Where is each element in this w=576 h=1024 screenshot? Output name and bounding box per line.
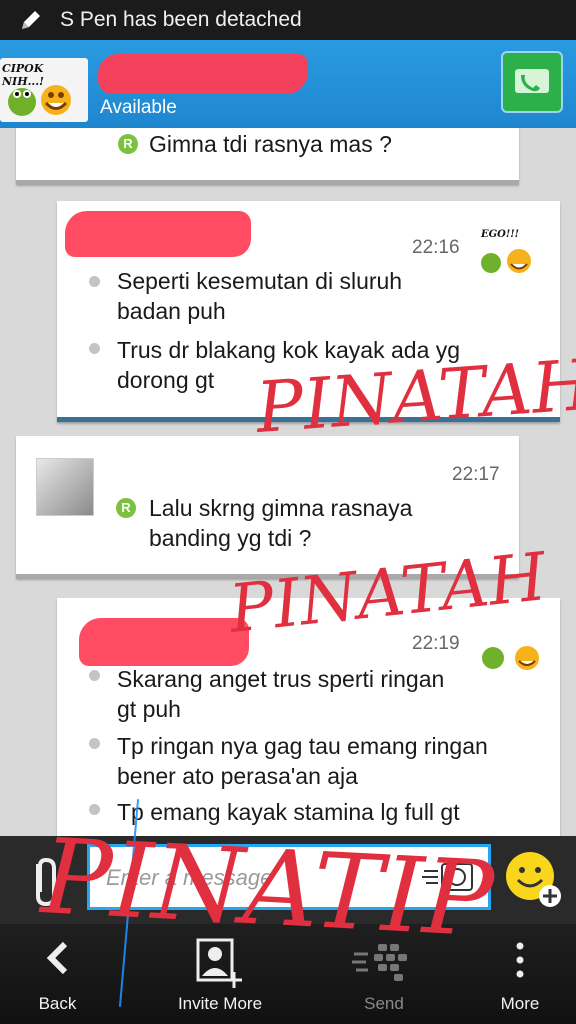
redacted-sender-name [79, 618, 249, 666]
bullet-icon [89, 276, 100, 287]
overflow-menu-icon [516, 942, 524, 978]
message-bubble-outgoing[interactable]: 22:19 Skarang anget trus sperti ringan g… [57, 598, 560, 836]
message-time: 22:16 [412, 237, 460, 258]
notification-bar: S Pen has been detached [0, 0, 576, 40]
attachment-icon[interactable] [26, 854, 62, 908]
message-text: Seperti kesemutan di sluruh badan puh [117, 268, 403, 324]
read-receipt-icon: R [118, 134, 138, 154]
contact-status: Available [100, 97, 177, 118]
frog-sticker-icon [482, 646, 539, 670]
redacted-contact-name [98, 54, 308, 94]
more-label: More [500, 994, 540, 1013]
message-input[interactable] [104, 861, 418, 895]
invite-more-button[interactable]: Invite More [150, 924, 290, 1024]
message-bubble-incoming[interactable]: R Gimna tdi rasnya mas ? [16, 128, 519, 184]
bullet-icon [89, 670, 100, 681]
sticker-caption: EGO!!! [481, 229, 520, 240]
redacted-sender-name [65, 211, 251, 257]
message-text: Lalu skrng gimna rasnaya banding yg tdi … [149, 495, 413, 551]
message-time: 22:17 [452, 464, 500, 485]
bullet-icon [89, 343, 100, 354]
message-text: Trus dr blakang kok kayak ada yg dorong … [117, 337, 461, 393]
pencil-icon [22, 11, 40, 29]
message-bubble-outgoing[interactable]: 22:16 EGO!!! Seperti kesemutan di sluruh… [57, 201, 560, 422]
compose-bar [0, 836, 576, 924]
more-button[interactable]: More [470, 924, 570, 1024]
bullet-icon [89, 804, 100, 815]
contact-photo [36, 458, 94, 516]
phone-icon [515, 69, 549, 93]
contact-avatar[interactable]: CIPOK NIH...! [0, 58, 88, 122]
back-arrow-icon [46, 941, 67, 975]
message-list[interactable]: R Gimna tdi rasnya mas ? 22:16 EGO!!! Se… [0, 128, 576, 836]
handwriting-input-icon[interactable] [420, 861, 476, 895]
notification-text: S Pen has been detached [60, 8, 302, 31]
send-label: Send [364, 994, 404, 1013]
message-text: Tp ringan nya gag tau emang ringan bener… [117, 733, 488, 789]
bullet-icon [89, 738, 100, 749]
chat-header: CIPOK NIH...! Available [0, 40, 576, 128]
message-input-box[interactable] [87, 844, 491, 910]
back-label: Back [38, 994, 77, 1013]
avatar-caption: CIPOK NIH...! [2, 62, 44, 88]
invite-more-label: Invite More [177, 994, 263, 1013]
read-receipt-icon: R [116, 498, 136, 518]
message-time: 22:19 [412, 633, 460, 654]
call-button[interactable] [501, 51, 563, 113]
message-text: Skarang anget trus sperti ringan gt puh [117, 666, 445, 722]
sticker: EGO!!! [477, 229, 539, 286]
message-text: Gimna tdi rasnya mas ? [149, 131, 392, 157]
back-button[interactable]: Back [0, 924, 115, 1024]
add-contact-icon [196, 938, 242, 988]
message-bubble-incoming[interactable]: 22:17 R Lalu skrng gimna rasnaya banding… [16, 436, 519, 578]
send-button[interactable]: Send [330, 924, 438, 1024]
bottom-action-bar: Back Invite More Send More [0, 924, 576, 1024]
message-text: Tp emang kayak stamina lg full gt [117, 799, 460, 825]
emoticon-button-icon[interactable] [500, 846, 566, 912]
bbm-send-icon [352, 944, 407, 981]
